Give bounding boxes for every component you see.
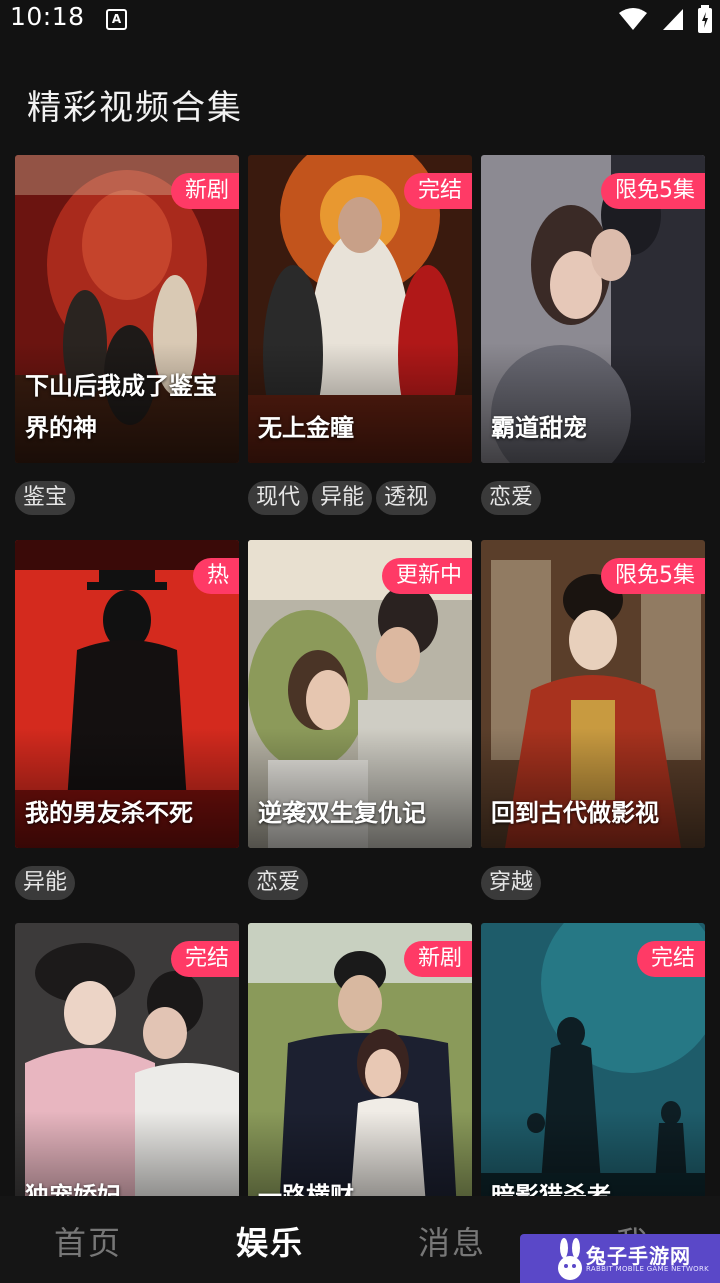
wifi-icon bbox=[619, 8, 647, 30]
video-title: 无上金瞳 bbox=[258, 414, 354, 442]
tag-list: 穿越 bbox=[481, 866, 542, 900]
genre-tag[interactable]: 鉴宝 bbox=[15, 481, 76, 515]
video-thumbnail[interactable]: 更新中 逆袭双生复仇记 bbox=[248, 540, 472, 848]
status-badge: 新剧 bbox=[170, 173, 239, 209]
genre-tag[interactable]: 恋爱 bbox=[481, 481, 542, 515]
tab-messages[interactable]: 消息 bbox=[418, 1218, 486, 1264]
genre-tag[interactable]: 异能 bbox=[312, 481, 373, 515]
tag-list: 异能 bbox=[15, 866, 76, 900]
genre-tag[interactable]: 穿越 bbox=[481, 866, 542, 900]
status-badge: 限免5集 bbox=[601, 173, 705, 209]
video-thumbnail[interactable]: 限免5集 霸道甜宠 bbox=[481, 155, 705, 463]
video-thumbnail[interactable]: 新剧 一路横财 bbox=[248, 923, 472, 1231]
battery-icon bbox=[698, 5, 712, 33]
notification-icon: A bbox=[106, 9, 127, 30]
watermark-logo: 兔子手游网 RABBIT MOBILE GAME NETWORK bbox=[520, 1234, 720, 1283]
video-thumbnail[interactable]: 新剧 下山后我成了鉴宝界的神 bbox=[15, 155, 239, 463]
status-badge: 完结 bbox=[170, 941, 239, 977]
video-title: 下山后我成了鉴宝界的神 bbox=[25, 372, 217, 442]
tab-entertainment[interactable]: 娱乐 bbox=[236, 1218, 304, 1264]
tag-list: 恋爱 bbox=[248, 866, 309, 900]
status-badge: 更新中 bbox=[381, 558, 472, 594]
video-title: 逆袭双生复仇记 bbox=[258, 799, 426, 827]
video-title: 回到古代做影视 bbox=[491, 799, 659, 827]
status-bar: 10:18 A bbox=[0, 0, 720, 40]
video-thumbnail[interactable]: 完结 暗影猎杀者 bbox=[481, 923, 705, 1231]
status-badge: 完结 bbox=[403, 173, 472, 209]
video-title: 霸道甜宠 bbox=[491, 414, 587, 442]
status-icons bbox=[618, 4, 712, 34]
genre-tag[interactable]: 异能 bbox=[15, 866, 76, 900]
status-badge: 限免5集 bbox=[601, 558, 705, 594]
rabbit-icon bbox=[558, 1238, 582, 1280]
video-thumbnail[interactable]: 完结 无上金瞳 bbox=[248, 155, 472, 463]
status-badge: 热 bbox=[192, 558, 239, 594]
tag-list: 恋爱 bbox=[481, 481, 542, 515]
genre-tag[interactable]: 恋爱 bbox=[248, 866, 309, 900]
section-title: 精彩视频合集 bbox=[27, 88, 243, 128]
status-badge: 完结 bbox=[636, 941, 705, 977]
video-thumbnail[interactable]: 热 我的男友杀不死 bbox=[15, 540, 239, 848]
tab-home[interactable]: 首页 bbox=[54, 1218, 122, 1264]
video-thumbnail[interactable]: 完结 独宠娇妃 bbox=[15, 923, 239, 1231]
signal-icon bbox=[663, 9, 683, 30]
status-time: 10:18 bbox=[10, 2, 85, 31]
video-title: 我的男友杀不死 bbox=[25, 799, 193, 827]
status-badge: 新剧 bbox=[403, 941, 472, 977]
watermark-subtext: RABBIT MOBILE GAME NETWORK bbox=[586, 1265, 710, 1273]
video-thumbnail[interactable]: 限免5集 回到古代做影视 bbox=[481, 540, 705, 848]
tag-list: 现代 异能 透视 bbox=[248, 481, 437, 515]
genre-tag[interactable]: 现代 bbox=[248, 481, 309, 515]
tag-list: 鉴宝 bbox=[15, 481, 76, 515]
genre-tag[interactable]: 透视 bbox=[376, 481, 437, 515]
